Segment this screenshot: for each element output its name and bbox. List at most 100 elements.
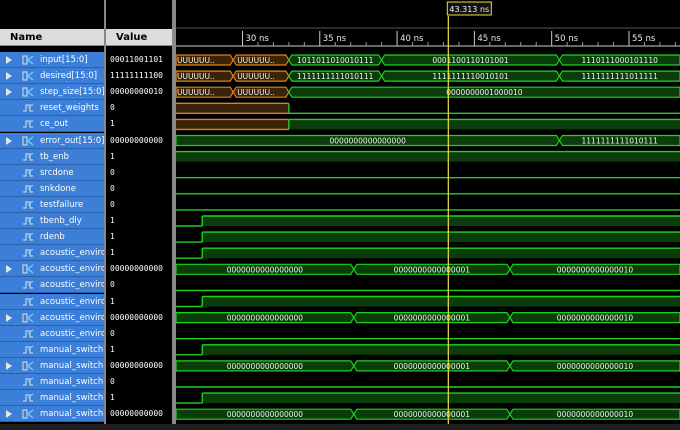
signal-row[interactable]: manual_switch <box>0 341 104 358</box>
signal-name-label: rdenb <box>40 232 65 243</box>
ruler-tick-label: 40 ns <box>400 34 424 44</box>
signal-value: 00000000000 <box>110 409 163 419</box>
bus-segment-value: UUUUUU.. <box>237 72 275 81</box>
bus-segment-value: UUUUUU.. <box>177 56 215 65</box>
signal-name-label: reset_weights <box>40 103 99 114</box>
bus-segment-value: 1111111111011111 <box>582 72 659 81</box>
signal-name-label: ce_out <box>40 119 69 130</box>
bus-segment-value: 0000000000000000 <box>330 137 407 146</box>
signal-row[interactable]: srcdone <box>0 164 104 181</box>
signal-name-label: acoustic_envirc <box>40 280 104 291</box>
signal-name-label: step_size[15:0] <box>40 87 104 98</box>
signal-names-pane: Name input[15:0] desired[15:0] step_size[1… <box>0 0 104 430</box>
bit-high-fill <box>288 119 680 130</box>
signal-value: 00011001101 <box>110 55 163 64</box>
signal-name-label: acoustic_envirc <box>40 248 104 259</box>
signal-row[interactable]: step_size[15:0] <box>0 84 104 101</box>
signal-value: 0 <box>110 103 115 113</box>
expand-arrow-icon[interactable] <box>6 313 12 322</box>
signal-name-label: testfailure <box>40 199 84 210</box>
signal-row[interactable]: error_out[15:0] <box>0 132 104 149</box>
signal-name-label: acoustic_envirc <box>40 296 104 307</box>
signal-row[interactable]: tb_enb <box>0 148 104 165</box>
signal-row[interactable]: snkdone <box>0 180 104 197</box>
signal-value: 0 <box>110 199 115 209</box>
bit-signal-icon <box>23 377 34 386</box>
expand-arrow-icon[interactable] <box>6 265 12 274</box>
signal-value: 1 <box>110 296 115 306</box>
bus-signal-icon <box>22 313 34 323</box>
signal-row[interactable]: acoustic_envirc <box>0 245 104 262</box>
signal-value: 0 <box>110 183 115 193</box>
signal-row[interactable]: acoustic_envirc <box>0 293 104 310</box>
expand-arrow-icon[interactable] <box>6 136 12 145</box>
waveform-canvas[interactable]: 30 ns 35 ns 40 ns 45 ns 50 ns 55 ns UUUUUU.. UU… <box>175 0 680 430</box>
signal-name-label: srcdone <box>40 167 74 178</box>
signal-row[interactable]: desired[15:0] <box>0 68 104 85</box>
bus-segment-value: 1111111110010101 <box>432 72 509 81</box>
expand-arrow-icon[interactable] <box>6 72 12 81</box>
bus-signal-icon <box>22 136 34 145</box>
signal-row[interactable]: rdenb <box>0 229 104 246</box>
signal-name-label: tbenb_dly <box>40 216 82 226</box>
signal-row[interactable]: acoustic_envirc <box>0 277 104 294</box>
bus-segment-value: 1011011010010111 <box>297 56 374 65</box>
signal-value: 1 <box>110 151 115 161</box>
signal-name-label: desired[15:0] <box>40 71 98 82</box>
signal-name-label: snkdone <box>40 183 76 194</box>
undefined-fill <box>176 103 289 114</box>
bit-signal-icon <box>23 393 34 402</box>
bus-signal-icon <box>22 55 34 65</box>
ruler-tick-label: 45 ns <box>477 34 501 44</box>
bus-segment-value: 1111111111010111 <box>582 137 659 146</box>
signal-row[interactable]: testfailure <box>0 196 104 213</box>
signal-value: 00000000000 <box>110 360 163 370</box>
signal-row[interactable]: input[15:0] <box>0 52 104 68</box>
signal-row[interactable]: manual_switch <box>0 390 104 407</box>
signal-name-label: input[15:0] <box>40 55 88 65</box>
signal-value: 00000000000 <box>110 135 163 145</box>
name-column-header[interactable]: Name <box>0 29 104 46</box>
expand-arrow-icon[interactable] <box>6 361 12 370</box>
signal-name-label: manual_switch <box>40 409 104 420</box>
bus-segment-value: 0000000000000010 <box>557 362 634 371</box>
signal-row[interactable]: manual_switch <box>0 374 104 390</box>
signal-value: 1 <box>110 344 115 354</box>
bus-segment-value: 0000000000000010 <box>557 314 634 323</box>
bus-segment-value: UUUUUU.. <box>237 56 275 65</box>
bus-signal-icon <box>22 409 34 419</box>
horizontal-scrollbar[interactable] <box>0 424 680 430</box>
bus-segment-value: UUUUUU.. <box>177 72 215 81</box>
signal-row[interactable]: acoustic_envirc <box>0 325 104 342</box>
signal-name-label: error_out[15:0] <box>40 135 104 146</box>
expand-arrow-icon[interactable] <box>6 410 12 419</box>
signal-value: 1 <box>110 216 115 225</box>
signal-row[interactable]: reset_weights <box>0 100 104 117</box>
bit-signal-icon <box>23 280 34 289</box>
signal-value: 1 <box>110 393 115 403</box>
bit-high-fill <box>202 344 680 355</box>
value-column-header[interactable]: Value <box>106 29 172 46</box>
signal-row[interactable]: manual_switch <box>0 357 104 374</box>
bit-high-fill <box>202 393 680 404</box>
bus-segment-value: 0000000000000001 <box>394 362 471 371</box>
signal-value: 1 <box>110 248 115 258</box>
expand-arrow-icon[interactable] <box>6 88 12 97</box>
signal-row[interactable]: acoustic_envirc <box>0 309 104 326</box>
signal-row[interactable]: tbenb_dly <box>0 213 104 229</box>
bus-segment-value: 0000000000000000 <box>227 410 304 419</box>
cursor-time-label: 43.313 ns <box>449 5 489 14</box>
bit-high-fill <box>202 248 680 259</box>
bus-segment-value: 0000000000000001 <box>394 314 471 323</box>
bus-segment-value: 0000000001000010 <box>446 88 523 97</box>
signal-row[interactable]: ce_out <box>0 116 104 133</box>
signal-row[interactable]: acoustic_envirc <box>0 261 104 278</box>
expand-arrow-icon[interactable] <box>6 56 12 64</box>
signal-name-label: tb_enb <box>40 151 69 162</box>
signal-value: 0 <box>110 280 115 290</box>
signal-row[interactable]: manual_switch <box>0 406 104 423</box>
signal-value: 00000000010 <box>110 87 163 97</box>
waveform-pane[interactable]: 30 ns 35 ns 40 ns 45 ns 50 ns 55 ns UUUUUU.. UU… <box>175 0 680 430</box>
bus-segment-value: 1111111111010111 <box>297 72 374 81</box>
bit-high-fill <box>202 216 680 226</box>
